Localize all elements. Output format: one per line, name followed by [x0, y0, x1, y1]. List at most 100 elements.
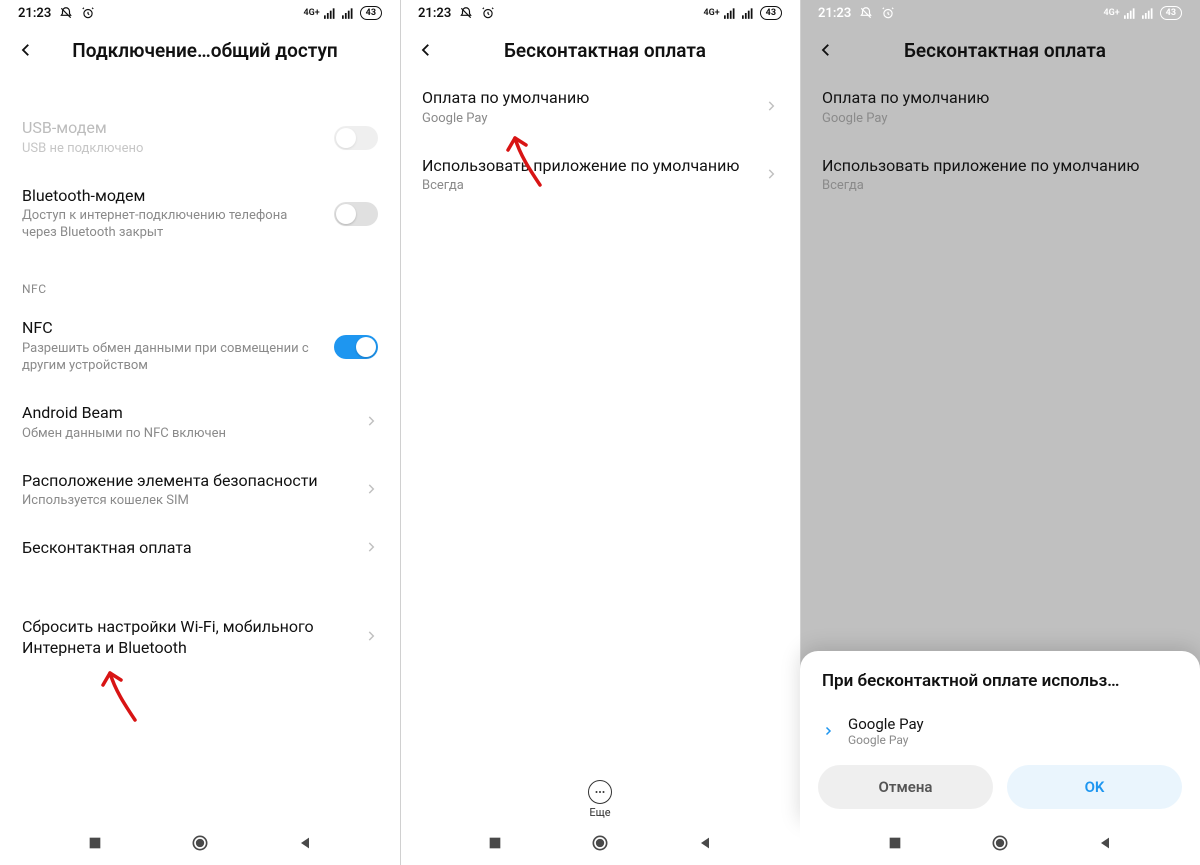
- ok-label: OK: [1085, 778, 1105, 796]
- bottom-sheet: При бесконтактной оплате использ… Google…: [800, 651, 1200, 825]
- header: Бесконтактная оплата: [400, 26, 800, 74]
- nav-back-icon[interactable]: [1097, 835, 1113, 855]
- row-title: Использовать приложение по умолчанию: [822, 156, 1152, 177]
- row-title: Бесконтактная оплата: [22, 538, 352, 559]
- alarm-icon: [81, 6, 95, 20]
- more-button[interactable]: Еще: [588, 780, 612, 819]
- ok-button[interactable]: OK: [1007, 765, 1182, 809]
- nav-back-icon[interactable]: [697, 835, 713, 855]
- header: Подключение…общий доступ: [0, 26, 400, 74]
- section-label-nfc: NFC: [0, 256, 400, 304]
- more-icon: [588, 780, 612, 804]
- row-secure-element[interactable]: Расположение элемента безопасности Испол…: [0, 457, 400, 525]
- page-title: Бесконтактная оплата: [856, 39, 1154, 62]
- usb-toggle: [334, 126, 378, 150]
- signal-icon: [724, 7, 738, 19]
- battery-indicator: 43: [1160, 6, 1182, 20]
- sheet-option-google-pay[interactable]: Google Pay Google Pay: [800, 705, 1200, 765]
- chevron-right-icon: [364, 413, 378, 432]
- status-bar: 21:23 4G+ 43: [0, 0, 400, 26]
- chevron-right-icon: [1164, 166, 1178, 185]
- row-title: Android Beam: [22, 403, 352, 424]
- chevron-right-icon: [1164, 98, 1178, 117]
- nav-home-icon[interactable]: [590, 833, 610, 857]
- cancel-button[interactable]: Отмена: [818, 765, 993, 809]
- back-button[interactable]: [416, 40, 436, 60]
- row-title: Расположение элемента безопасности: [22, 471, 352, 492]
- row-title: NFC: [22, 318, 322, 339]
- chevron-right-icon: [364, 539, 378, 558]
- row-title: Сбросить настройки Wi-Fi, мобильного Инт…: [22, 617, 352, 659]
- page-title: Бесконтактная оплата: [456, 39, 754, 62]
- nav-recent-icon[interactable]: [87, 835, 103, 855]
- row-subtitle: Доступ к интернет-подключению телефона ч…: [22, 208, 322, 242]
- dnd-icon: [859, 6, 873, 20]
- sheet-title: При бесконтактной оплате использ…: [800, 671, 1200, 705]
- status-bar: 21:23 4G+ 43: [400, 0, 800, 26]
- row-subtitle: Google Pay: [822, 111, 1152, 128]
- row-title: USB-модем: [22, 118, 322, 139]
- status-time: 21:23: [418, 6, 451, 21]
- row-use-default-app[interactable]: Использовать приложение по умолчанию Все…: [400, 142, 800, 210]
- network-label: 4G+: [303, 8, 319, 18]
- back-button[interactable]: [816, 40, 836, 60]
- screen-payment-dialog: 21:23 4G+ 43 Бесконтактная оплата Оплата…: [800, 0, 1200, 865]
- chevron-right-icon: [764, 98, 778, 117]
- screen-contactless-payment: 21:23 4G+ 43 Бесконтактная оплата Оплата…: [400, 0, 800, 865]
- status-time: 21:23: [818, 6, 851, 21]
- dnd-icon: [459, 6, 473, 20]
- android-nav-bar: [0, 825, 400, 865]
- row-nfc[interactable]: NFC Разрешить обмен данными при совмещен…: [0, 304, 400, 389]
- row-bluetooth-tethering[interactable]: Bluetooth-модем Доступ к интернет-подклю…: [0, 172, 400, 257]
- row-contactless-payment[interactable]: Бесконтактная оплата: [0, 524, 400, 573]
- cancel-label: Отмена: [879, 778, 933, 796]
- back-button[interactable]: [16, 40, 36, 60]
- row-use-default-app: Использовать приложение по умолчанию Все…: [800, 142, 1200, 210]
- row-subtitle: Используется кошелек SIM: [22, 493, 352, 510]
- row-title: Bluetooth-модем: [22, 186, 322, 207]
- chevron-right-icon: [364, 481, 378, 500]
- status-time: 21:23: [18, 6, 51, 21]
- row-subtitle: Google Pay: [422, 111, 752, 128]
- network-label: 4G+: [1103, 8, 1119, 18]
- row-subtitle: Всегда: [822, 178, 1152, 195]
- row-default-payment: Оплата по умолчанию Google Pay: [800, 74, 1200, 142]
- row-usb-tethering: USB-модем USB не подключено: [0, 104, 400, 172]
- signal-icon: [1124, 7, 1138, 19]
- nav-back-icon[interactable]: [297, 835, 313, 855]
- dnd-icon: [59, 6, 73, 20]
- battery-indicator: 43: [360, 6, 382, 20]
- signal-icon: [324, 7, 338, 19]
- signal-icon-2: [742, 7, 756, 19]
- nfc-toggle[interactable]: [334, 335, 378, 359]
- android-nav-bar: [800, 825, 1200, 865]
- network-label: 4G+: [703, 8, 719, 18]
- row-title: Оплата по умолчанию: [822, 88, 1152, 109]
- chevron-right-icon: [764, 166, 778, 185]
- row-title: Использовать приложение по умолчанию: [422, 156, 752, 177]
- row-reset-network[interactable]: Сбросить настройки Wi-Fi, мобильного Инт…: [0, 589, 400, 673]
- bluetooth-toggle[interactable]: [334, 202, 378, 226]
- android-nav-bar: [400, 825, 800, 865]
- row-subtitle: Разрешить обмен данными при совмещении с…: [22, 341, 322, 375]
- chevron-right-icon: [822, 722, 834, 741]
- alarm-icon: [481, 6, 495, 20]
- nav-home-icon[interactable]: [990, 833, 1010, 857]
- row-subtitle: USB не подключено: [22, 141, 322, 158]
- row-subtitle: Обмен данными по NFC включен: [22, 426, 352, 443]
- bottom-dock: Еще: [400, 780, 800, 825]
- row-default-payment[interactable]: Оплата по умолчанию Google Pay: [400, 74, 800, 142]
- more-label: Еще: [589, 806, 610, 819]
- row-subtitle: Всегда: [422, 178, 752, 195]
- page-title: Подключение…общий доступ: [56, 39, 354, 62]
- option-subtitle: Google Pay: [848, 733, 924, 747]
- nav-recent-icon[interactable]: [487, 835, 503, 855]
- signal-icon-2: [1142, 7, 1156, 19]
- nav-home-icon[interactable]: [190, 833, 210, 857]
- screen-connection-sharing: 21:23 4G+ 43 Подключение…общий доступ US…: [0, 0, 400, 865]
- alarm-icon: [881, 6, 895, 20]
- row-android-beam[interactable]: Android Beam Обмен данными по NFC включе…: [0, 389, 400, 457]
- nav-recent-icon[interactable]: [887, 835, 903, 855]
- signal-icon-2: [342, 7, 356, 19]
- option-title: Google Pay: [848, 715, 924, 733]
